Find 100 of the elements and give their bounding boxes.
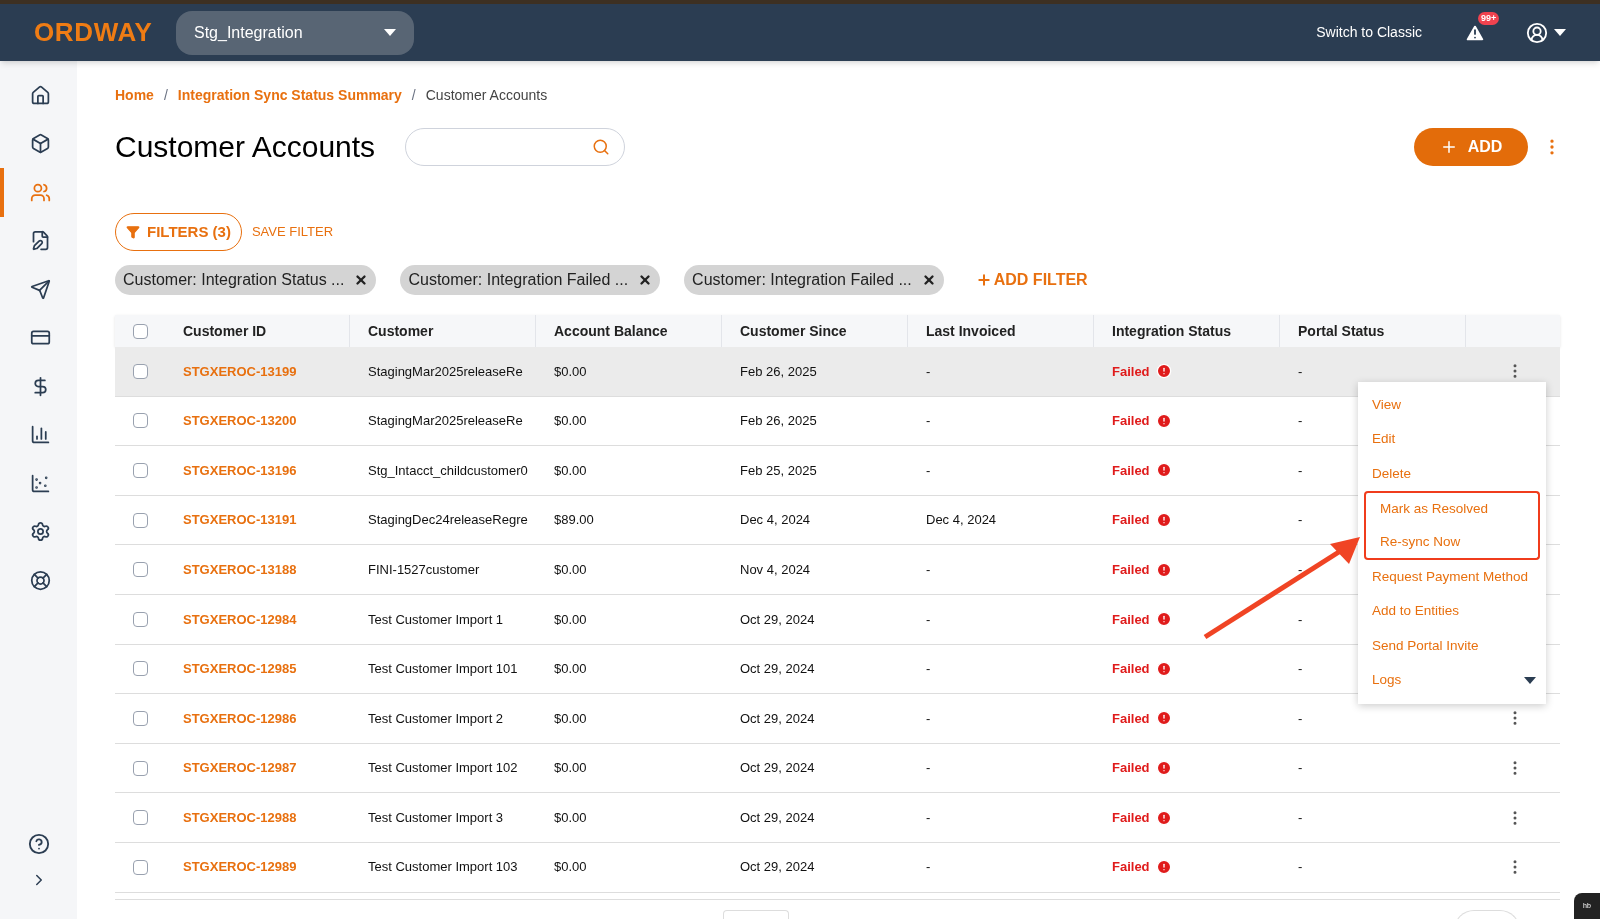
column-header: Integration Status bbox=[1112, 321, 1231, 341]
caret-icon bbox=[1524, 676, 1536, 684]
customer-id-link[interactable]: STGXEROC-13191 bbox=[183, 510, 297, 530]
customer-id-link[interactable]: STGXEROC-12988 bbox=[183, 807, 297, 828]
table-cell-text: $0.00 bbox=[554, 610, 587, 629]
table-row[interactable]: STGXEROC-13199 StagingMar2025releaseRe $0.00 Feb 26, 2025 - Failed - bbox=[115, 347, 1560, 397]
table-cell-text: - bbox=[1298, 858, 1303, 877]
table-cell-text: $0.00 bbox=[554, 461, 587, 480]
customer-id-link[interactable]: STGXEROC-12984 bbox=[183, 609, 297, 629]
checkbox[interactable] bbox=[132, 512, 148, 528]
checkbox[interactable] bbox=[132, 363, 148, 379]
table-cell-text: - bbox=[1298, 560, 1303, 579]
customer-id-link[interactable]: STGXEROC-12985 bbox=[183, 659, 297, 679]
close-icon[interactable] bbox=[638, 273, 653, 287]
table-cell-text: - bbox=[1298, 759, 1303, 778]
customer-id-link[interactable]: STGXEROC-13188 bbox=[183, 559, 297, 580]
customer-id-link[interactable]: STGXEROC-12987 bbox=[183, 758, 297, 778]
error-icon bbox=[1155, 611, 1172, 628]
switch-to-classic-link[interactable]: Switch to Classic bbox=[1316, 22, 1422, 43]
users-icon bbox=[30, 181, 51, 203]
table-cell-text: Dec 4, 2024 bbox=[740, 511, 811, 530]
scatter-chart-icon bbox=[30, 472, 51, 494]
menu-item[interactable]: Add to Entities bbox=[1358, 594, 1546, 629]
add-button[interactable]: ADD bbox=[1414, 127, 1528, 166]
table-cell-text: - bbox=[926, 759, 931, 778]
help-icon[interactable] bbox=[27, 833, 50, 855]
workspace-dropdown[interactable]: Stg_Integration bbox=[176, 10, 414, 55]
user-avatar-icon[interactable] bbox=[1526, 21, 1548, 44]
menu-item[interactable]: Delete bbox=[1358, 456, 1546, 492]
filter-chip[interactable]: Customer: Integration Status ... bbox=[115, 265, 377, 295]
error-icon bbox=[1155, 512, 1172, 529]
checkbox[interactable] bbox=[132, 463, 148, 478]
logo[interactable]: ORDWAY bbox=[34, 13, 174, 52]
column-header: Customer Since bbox=[740, 321, 847, 341]
table-cell-text: - bbox=[926, 560, 931, 579]
table-cell-text: - bbox=[1298, 511, 1303, 530]
checkbox[interactable] bbox=[132, 661, 148, 677]
column-header: Account Balance bbox=[554, 321, 668, 341]
status-text: Failed bbox=[1112, 610, 1150, 629]
menu-item[interactable]: Re-sync Now bbox=[1364, 525, 1540, 560]
error-icon bbox=[1155, 710, 1172, 727]
checkbox[interactable] bbox=[132, 323, 148, 339]
table-cell-text: Test Customer Import 102 bbox=[368, 759, 518, 778]
table-cell-text: Nov 4, 2024 bbox=[740, 560, 811, 579]
error-icon bbox=[1155, 462, 1172, 479]
table-cell-text: - bbox=[1298, 412, 1303, 431]
table-cell-text: - bbox=[1298, 709, 1303, 728]
checkbox[interactable] bbox=[132, 710, 148, 726]
customer-id-link[interactable]: STGXEROC-12986 bbox=[183, 708, 297, 729]
table-cell-text: $0.00 bbox=[554, 560, 587, 579]
error-icon bbox=[1155, 660, 1172, 677]
paper-plane-icon bbox=[30, 278, 51, 300]
search-icon[interactable] bbox=[592, 137, 611, 156]
status-text: Failed bbox=[1112, 759, 1150, 778]
table-cell-text: Stg_Intacct_childcustomer0 bbox=[368, 461, 528, 480]
caret-icon bbox=[384, 29, 396, 36]
customer-id-link[interactable]: STGXEROC-12989 bbox=[183, 857, 297, 877]
customer-id-link[interactable]: STGXEROC-13196 bbox=[183, 460, 297, 481]
checkbox[interactable] bbox=[132, 810, 148, 826]
table-cell-text: StagingMar2025releaseRe bbox=[368, 412, 523, 431]
table-cell-text: Feb 26, 2025 bbox=[740, 362, 817, 381]
breadcrumb-link[interactable]: Home bbox=[115, 85, 154, 106]
breadcrumb-current: Customer Accounts bbox=[425, 86, 548, 105]
table-cell-text: $0.00 bbox=[554, 412, 587, 431]
table-cell-text: Test Customer Import 1 bbox=[368, 610, 504, 629]
table-cell-text: - bbox=[1298, 808, 1303, 827]
menu-item[interactable]: Mark as Resolved bbox=[1364, 491, 1540, 526]
filter-chip[interactable]: Customer: Integration Failed ... bbox=[684, 265, 944, 295]
lifebuoy-icon bbox=[30, 569, 51, 591]
settings-icon bbox=[30, 521, 51, 543]
menu-item[interactable]: Request Payment Method bbox=[1358, 559, 1546, 595]
table-cell-text: $0.00 bbox=[554, 362, 587, 381]
checkbox[interactable] bbox=[132, 760, 148, 776]
status-text: Failed bbox=[1112, 660, 1150, 679]
save-filter-button[interactable]: SAVE FILTER bbox=[251, 222, 334, 242]
table-cell-text: $0.00 bbox=[554, 858, 587, 877]
checkbox[interactable] bbox=[132, 562, 148, 578]
error-icon bbox=[1155, 561, 1172, 578]
table-cell-text: - bbox=[1298, 461, 1303, 480]
customer-id-link[interactable]: STGXEROC-13200 bbox=[183, 411, 297, 431]
table-cell-text: - bbox=[926, 610, 931, 629]
status-text: Failed bbox=[1112, 511, 1150, 530]
filter-chip[interactable]: Customer: Integration Failed ... bbox=[400, 265, 661, 295]
table-cell-text: $0.00 bbox=[554, 759, 587, 778]
column-header: Customer ID bbox=[183, 321, 267, 341]
column-header: Customer bbox=[368, 321, 434, 341]
status-text: Failed bbox=[1112, 560, 1150, 579]
checkbox[interactable] bbox=[132, 611, 148, 627]
column-header: Last Invoiced bbox=[926, 321, 1016, 341]
close-icon[interactable] bbox=[354, 273, 369, 287]
close-icon[interactable] bbox=[921, 273, 936, 287]
table-cell-text: StagingDec24releaseRegre bbox=[368, 511, 528, 530]
breadcrumb-link[interactable]: Integration Sync Status Summary bbox=[177, 85, 402, 106]
checkbox[interactable] bbox=[132, 859, 148, 875]
status-text: Failed bbox=[1112, 858, 1150, 877]
table-cell-text: - bbox=[926, 461, 931, 480]
customer-id-link[interactable]: STGXEROC-13199 bbox=[183, 361, 297, 382]
table-cell-text: Test Customer Import 3 bbox=[368, 808, 504, 827]
checkbox[interactable] bbox=[132, 413, 148, 429]
add-filter-button[interactable]: ADD FILTER bbox=[975, 268, 1088, 292]
